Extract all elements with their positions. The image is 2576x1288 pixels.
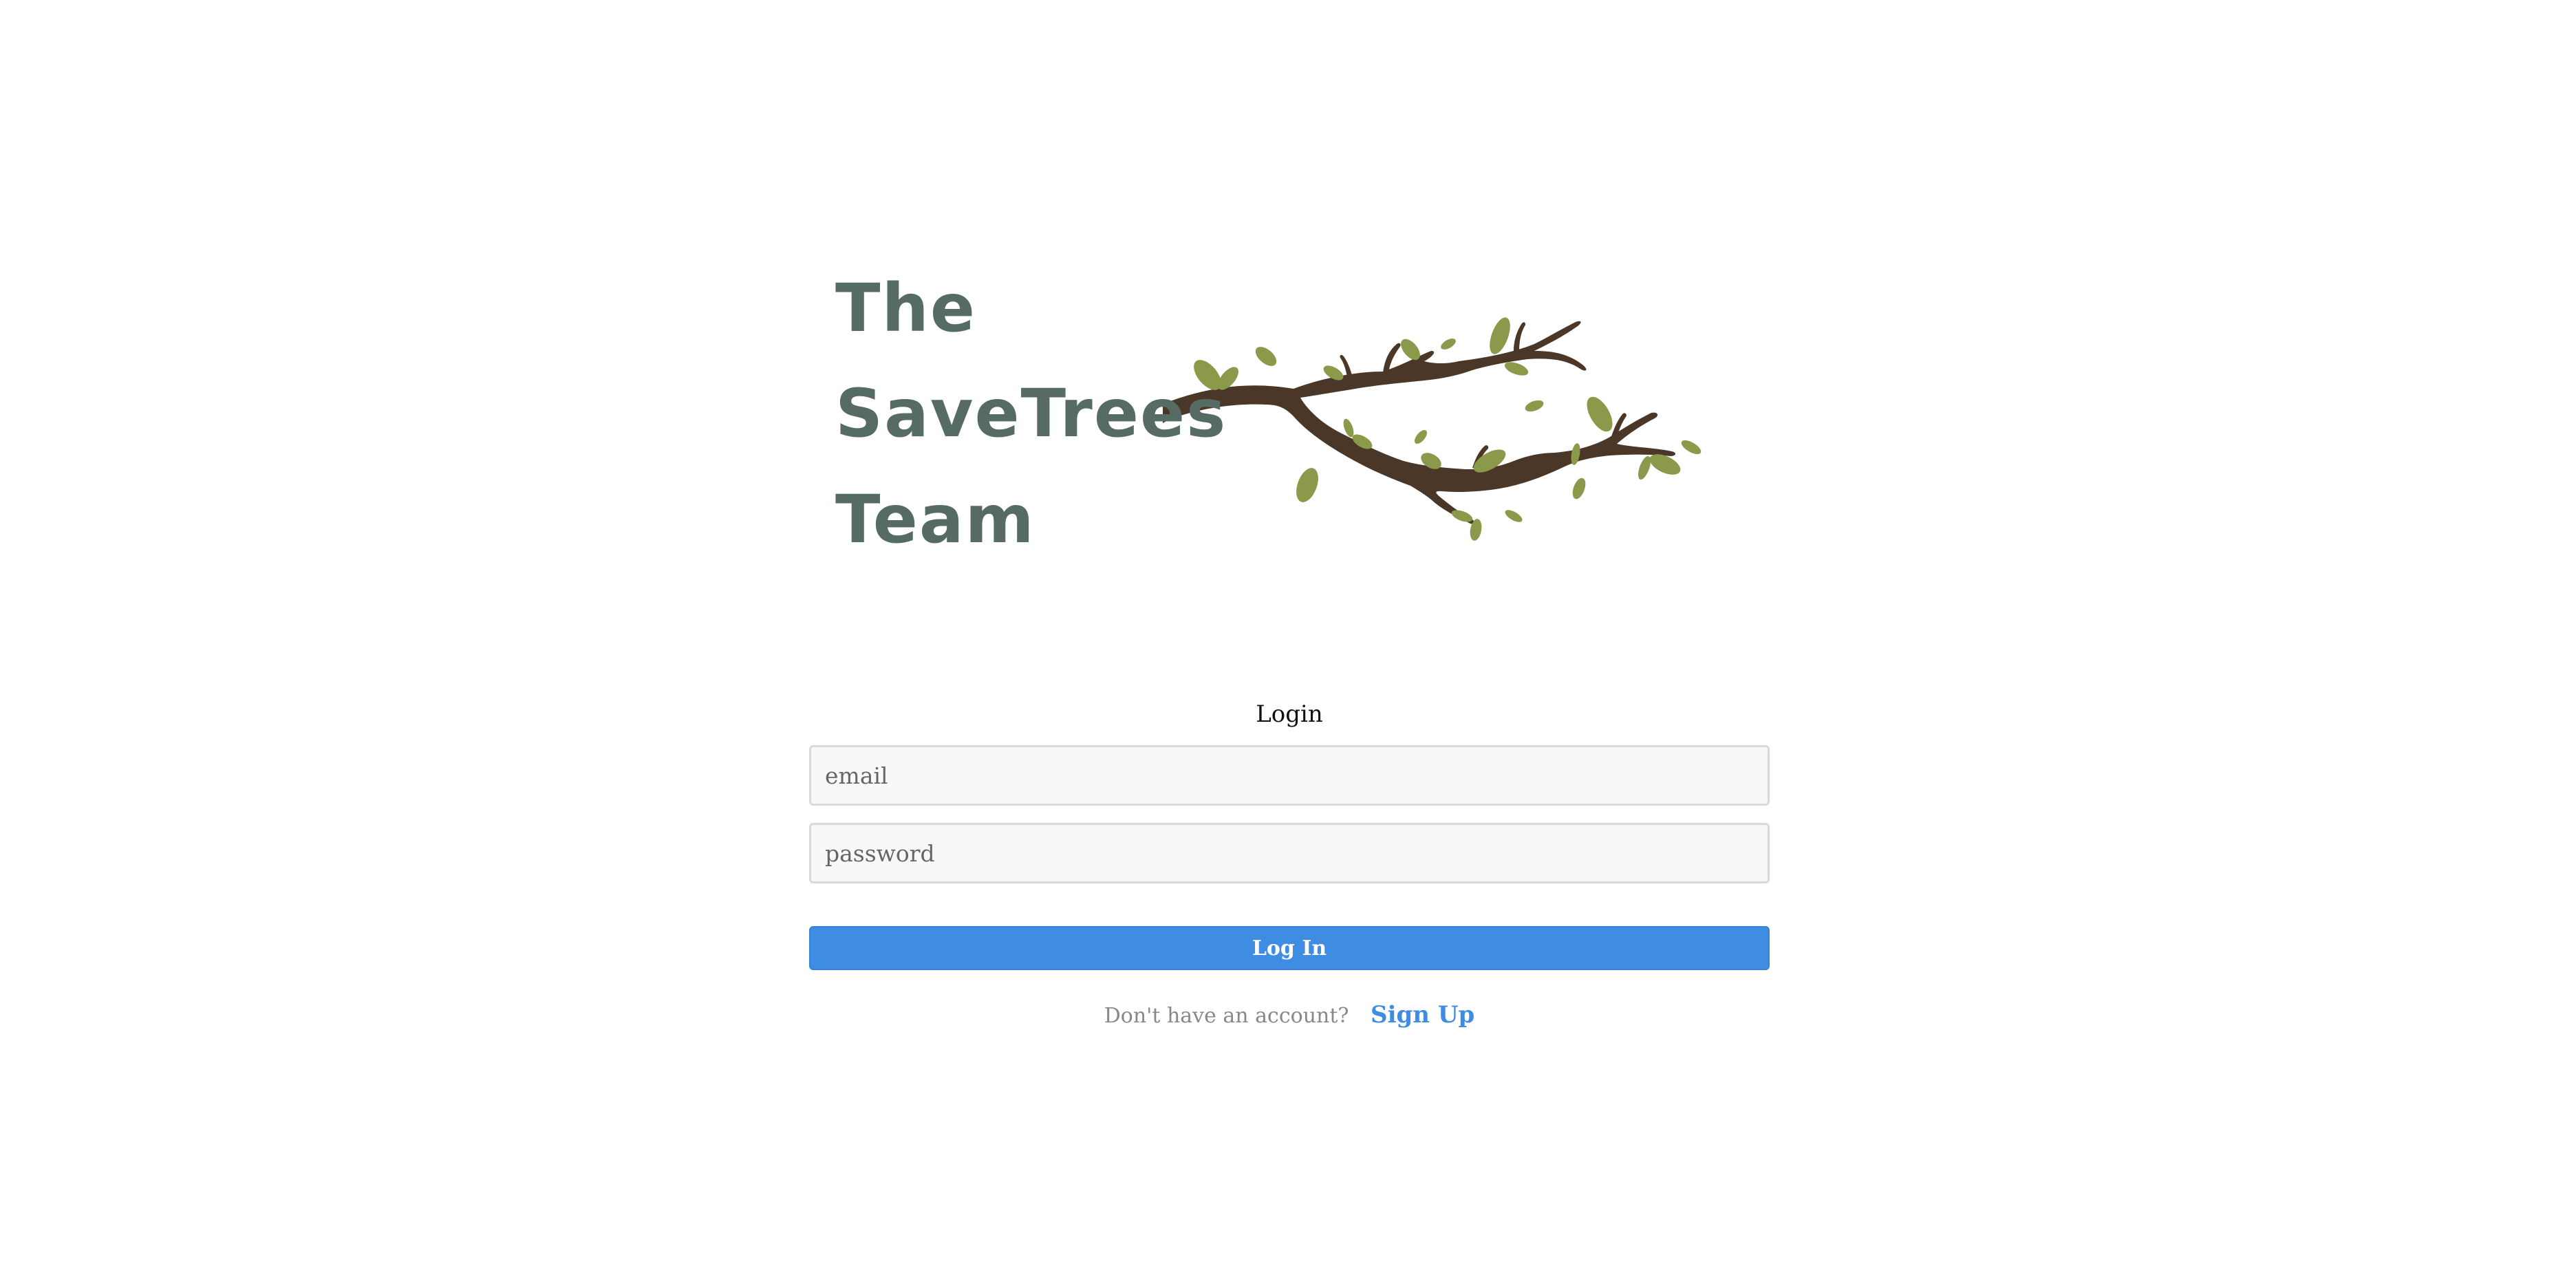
password-field[interactable]	[809, 823, 1770, 883]
logo-text-team: Team	[835, 481, 1035, 558]
signup-row: Don't have an account? Sign Up	[809, 1001, 1770, 1029]
login-page: The SaveTrees Team Login Log In Don't ha…	[0, 0, 2576, 1288]
login-title: Login	[1256, 700, 1323, 728]
signup-link[interactable]: Sign Up	[1371, 1001, 1474, 1029]
savetrees-logo: The SaveTrees Team	[826, 248, 1720, 605]
email-field[interactable]	[809, 745, 1770, 806]
logo-text-savetrees: SaveTrees	[835, 375, 1227, 452]
signup-prompt: Don't have an account?	[1104, 1004, 1349, 1028]
login-button[interactable]: Log In	[809, 926, 1770, 970]
logo-text-the: The	[835, 270, 976, 347]
